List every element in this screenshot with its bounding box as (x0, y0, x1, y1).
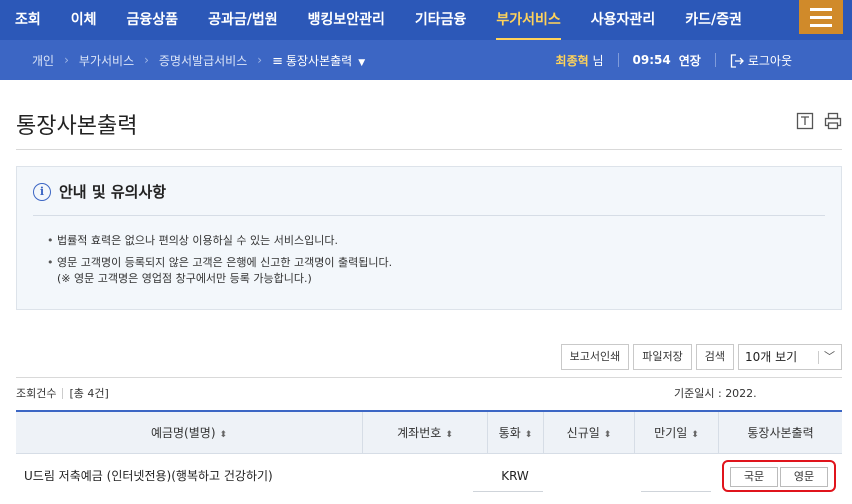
session-timer: 09:54 (632, 53, 671, 67)
logout-label: 로그아웃 (747, 53, 792, 68)
user-name: 최종혁 (555, 53, 589, 68)
notice-header: i 안내 및 유의사항 (33, 181, 166, 202)
menu-item-user-management[interactable]: 사용자관리 (576, 0, 670, 40)
column-header-label: 예금명(별명) (150, 426, 216, 440)
title-divider (16, 149, 842, 150)
menu-item-banking-security[interactable]: 뱅킹보안관리 (293, 0, 400, 40)
select-divider (818, 351, 819, 364)
breadcrumb-current-label: 통장사본출력 (285, 53, 353, 68)
hamburger-icon[interactable] (799, 0, 843, 34)
page-title: 통장사본출력 (16, 114, 138, 139)
notice-divider (33, 215, 825, 216)
cell-divider (641, 491, 711, 492)
notice-item: 영문 고객명이 등록되지 않은 고객은 은행에 신고한 고객명이 출력됩니다. (… (47, 255, 392, 287)
list-actions: 보고서인쇄 파일저장 검색 10개 보기 ﹀ (560, 344, 842, 370)
account-table-header: 예금명(별명) ⬍ 계좌번호 ⬍ 통화 ⬍ 신규일 ⬍ 만기일 ⬍ 통장사본출력 (16, 410, 842, 454)
breadcrumb-certificate-service[interactable]: 증명서발급서비스 (159, 52, 247, 69)
breadcrumb-bar: 개인 › 부가서비스 › 증명서발급서비스 › ≡ 통장사본출력 ▼ 최종혁 님 0… (0, 40, 852, 80)
breadcrumb-separator-icon: › (64, 53, 69, 67)
menu-item-utilities-court[interactable]: 공과금/법원 (193, 0, 293, 40)
notice-item-text: 영문 고객명이 등록되지 않은 고객은 은행에 신고한 고객명이 출력됩니다. (57, 256, 393, 269)
info-icon: i (33, 182, 51, 201)
base-date: 기준일시 : 2022. (674, 385, 766, 401)
notice-list: 법률적 효력은 없으나 편의상 이용하실 수 있는 서비스입니다. 영문 고객명… (47, 233, 392, 293)
sort-icon: ⬍ (603, 430, 612, 440)
logout-button[interactable]: 로그아웃 (730, 52, 792, 69)
notice-title: 안내 및 유의사항 (59, 183, 167, 201)
chevron-down-icon: ﹀ (824, 350, 835, 363)
save-file-button[interactable]: 파일저장 (633, 344, 692, 370)
breadcrumb: 개인 › 부가서비스 › 증명서발급서비스 › ≡ 통장사본출력 ▼ (32, 40, 365, 80)
divider (617, 53, 619, 67)
main-menu: 조회 이체 금융상품 공과금/법원 뱅킹보안관리 기타금융 부가서비스 사용자관… (0, 0, 757, 40)
sort-icon: ⬍ (445, 430, 453, 440)
column-header-label: 통화 (498, 426, 521, 440)
user-greeting: 최종혁 님 (556, 52, 604, 69)
divider (62, 387, 64, 399)
cell-account-number (362, 454, 487, 498)
count-label: 조회건수 (16, 387, 57, 400)
print-icon[interactable] (824, 112, 842, 130)
column-header-maturity-date[interactable]: 만기일 ⬍ (634, 412, 718, 454)
menu-item-additional-services[interactable]: 부가서비스 (481, 0, 575, 40)
list-icon: ≡ (272, 53, 283, 69)
report-print-button[interactable]: 보고서인쇄 (560, 344, 630, 370)
caret-down-icon: ▼ (358, 57, 366, 68)
sort-icon: ⬍ (691, 430, 699, 440)
divider (714, 53, 716, 67)
breadcrumb-separator-icon: › (257, 53, 263, 67)
search-button[interactable]: 검색 (695, 344, 734, 370)
cell-account-name: U드림 저축예금 (인터넷전용)(행복하고 건강하기) (24, 469, 273, 483)
column-header-label: 계좌번호 (397, 426, 442, 440)
passbook-output-highlight: 국문 영문 (722, 460, 836, 492)
breadcrumb-additional-services[interactable]: 부가서비스 (79, 52, 134, 69)
session-info: 최종혁 님 09:54 연장 로그아웃 (556, 40, 792, 80)
hamburger-line (810, 7, 832, 11)
list-divider (16, 377, 842, 378)
notice-box: i 안내 및 유의사항 법률적 효력은 없으나 편의상 이용하실 수 있는 서비… (16, 166, 842, 310)
title-tools (796, 112, 842, 130)
hamburger-line (810, 23, 832, 27)
logout-icon (730, 54, 744, 68)
notice-item-text: 법률적 효력은 없으나 편의상 이용하실 수 있는 서비스입니다. (57, 234, 338, 247)
base-date-label: 기준일시 : (674, 387, 722, 400)
sort-icon: ⬍ (524, 430, 533, 440)
menu-item-financial-products[interactable]: 금융상품 (112, 0, 194, 40)
download-icon[interactable] (796, 112, 814, 130)
cell-open-date (543, 454, 634, 498)
column-header-label: 만기일 (654, 426, 688, 440)
english-output-button[interactable]: 영문 (780, 467, 828, 487)
result-count: 조회건수 [총 4건] (16, 385, 109, 401)
sort-icon: ⬍ (219, 430, 228, 440)
table-row: U드림 저축예금 (인터넷전용)(행복하고 건강하기) KRW 국문 영문 (16, 454, 842, 498)
column-header-account-number[interactable]: 계좌번호 ⬍ (362, 412, 487, 454)
breadcrumb-separator-icon: › (144, 53, 149, 67)
menu-item-transfer[interactable]: 이체 (56, 0, 112, 40)
page-size-select[interactable]: 10개 보기 ﹀ (738, 344, 842, 370)
breadcrumb-personal[interactable]: 개인 (32, 52, 54, 69)
menu-item-other-finance[interactable]: 기타금융 (400, 0, 482, 40)
notice-sub-note: (※ 영문 고객명은 영업점 창구에서만 등록 가능합니다.) (57, 272, 312, 285)
column-header-currency[interactable]: 통화 ⬍ (487, 412, 543, 454)
breadcrumb-current-dropdown[interactable]: ≡ 통장사본출력 ▼ (272, 52, 365, 69)
notice-item: 법률적 효력은 없으나 편의상 이용하실 수 있는 서비스입니다. (47, 233, 392, 249)
cell-divider (473, 491, 543, 492)
column-header-label: 통장사본출력 (747, 426, 814, 440)
hamburger-line (810, 15, 832, 19)
korean-output-button[interactable]: 국문 (730, 467, 778, 487)
user-honorific: 님 (592, 53, 604, 68)
session-extend-button[interactable]: 연장 (679, 52, 701, 69)
column-header-open-date[interactable]: 신규일 ⬍ (543, 412, 634, 454)
base-date-value: 2022. (725, 387, 757, 400)
column-header-passbook-output: 통장사본출력 (718, 412, 842, 454)
count-value: [총 4건] (69, 387, 109, 400)
top-navigation: 조회 이체 금융상품 공과금/법원 뱅킹보안관리 기타금융 부가서비스 사용자관… (0, 0, 852, 40)
menu-item-inquiry[interactable]: 조회 (0, 0, 56, 40)
column-header-label: 신규일 (566, 426, 600, 440)
column-header-account-name[interactable]: 예금명(별명) ⬍ (16, 412, 362, 454)
menu-item-card-securities[interactable]: 카드/증권 (670, 0, 757, 40)
page-size-value: 10개 보기 (745, 350, 798, 364)
